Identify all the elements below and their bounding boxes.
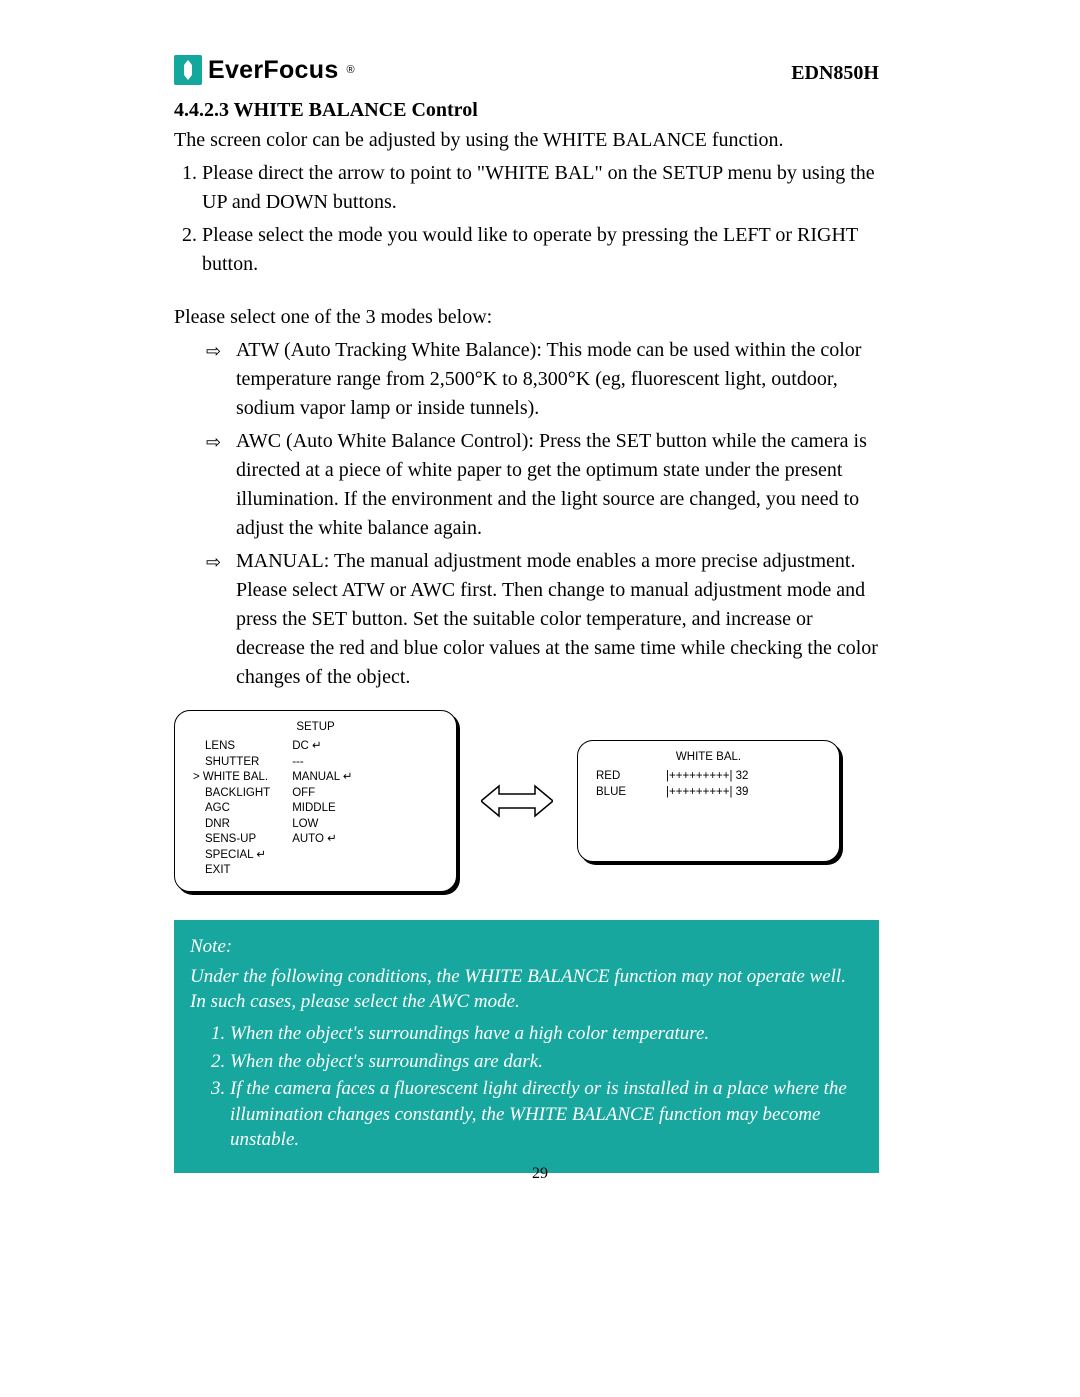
osd-wb-red-label: RED <box>596 769 626 785</box>
osd-value: OFF <box>292 786 352 802</box>
modes-intro: Please select one of the 3 modes below: <box>174 303 879 332</box>
osd-value: DC ↵ <box>292 739 352 755</box>
osd-whitebal-box: WHITE BAL. RED BLUE |+++++++++| 32 |++++… <box>577 740 840 862</box>
page-number: 29 <box>0 1165 1080 1183</box>
note-list: When the object's surroundings have a hi… <box>190 1021 863 1153</box>
osd-label: LENS <box>205 739 270 755</box>
section-title: WHITE BALANCE Control <box>234 99 478 121</box>
step-item: Please select the mode you would like to… <box>202 221 879 279</box>
logo-mark-icon <box>174 55 202 85</box>
note-item: If the camera faces a fluorescent light … <box>230 1076 863 1153</box>
registered-icon: ® <box>347 64 355 76</box>
osd-value: LOW <box>292 817 352 833</box>
osd-label: SHUTTER <box>205 755 270 771</box>
osd-setup-values: DC ↵ --- MANUAL ↵ OFF MIDDLE LOW AUTO ↵ <box>292 739 352 879</box>
osd-setup-title: SETUP <box>193 721 438 733</box>
modes-list: ATW (Auto Tracking White Balance): This … <box>174 336 879 692</box>
model-name: EDN850H <box>791 62 879 85</box>
note-box: Note: Under the following conditions, th… <box>174 920 879 1173</box>
osd-value: MIDDLE <box>292 801 352 817</box>
osd-label: BACKLIGHT <box>205 786 270 802</box>
section-number: 4.4.2.3 <box>174 99 229 121</box>
osd-value: --- <box>292 755 352 771</box>
osd-value: AUTO ↵ <box>292 832 352 848</box>
osd-wb-labels: RED BLUE <box>596 769 626 800</box>
osd-wb-blue-value: |+++++++++| 39 <box>666 785 748 801</box>
brand-logo: EverFocus ® <box>174 55 355 85</box>
osd-label-selected: WHITE BAL. <box>205 770 270 786</box>
brand-name: EverFocus <box>208 56 339 85</box>
mode-item: ATW (Auto Tracking White Balance): This … <box>236 336 879 423</box>
osd-label: EXIT <box>205 863 270 879</box>
step-item: Please direct the arrow to point to "WHI… <box>202 159 879 217</box>
osd-setup-labels: LENS SHUTTER WHITE BAL. BACKLIGHT AGC DN… <box>193 739 270 879</box>
osd-wb-blue-label: BLUE <box>596 785 626 801</box>
page-content: EverFocus ® EDN850H 4.4.2.3 WHITE BALANCE… <box>174 55 879 1173</box>
note-lead: Under the following conditions, the WHIT… <box>190 964 863 1015</box>
note-title: Note: <box>190 934 863 960</box>
steps-list: Please direct the arrow to point to "WHI… <box>174 159 879 279</box>
osd-setup-box: SETUP LENS SHUTTER WHITE BAL. BACKLIGHT … <box>174 710 457 892</box>
osd-wb-title: WHITE BAL. <box>596 751 821 763</box>
double-arrow-icon <box>481 784 553 818</box>
osd-wb-red-value: |+++++++++| 32 <box>666 769 748 785</box>
mode-item: AWC (Auto White Balance Control): Press … <box>236 427 879 543</box>
mode-item: MANUAL: The manual adjustment mode enabl… <box>236 547 879 692</box>
osd-label: DNR <box>205 817 270 833</box>
section-heading: 4.4.2.3 WHITE BALANCE Control <box>174 99 879 122</box>
note-item: When the object's surroundings are dark. <box>230 1049 863 1075</box>
osd-label: AGC <box>205 801 270 817</box>
osd-label: SENS-UP <box>205 832 270 848</box>
page-header: EverFocus ® EDN850H <box>174 55 879 85</box>
osd-label: SPECIAL ↵ <box>205 848 270 864</box>
osd-wb-values: |+++++++++| 32 |+++++++++| 39 <box>666 769 748 800</box>
intro-text: The screen color can be adjusted by usin… <box>174 126 879 155</box>
note-item: When the object's surroundings have a hi… <box>230 1021 863 1047</box>
osd-value: MANUAL ↵ <box>292 770 352 786</box>
osd-diagram: SETUP LENS SHUTTER WHITE BAL. BACKLIGHT … <box>174 710 879 892</box>
